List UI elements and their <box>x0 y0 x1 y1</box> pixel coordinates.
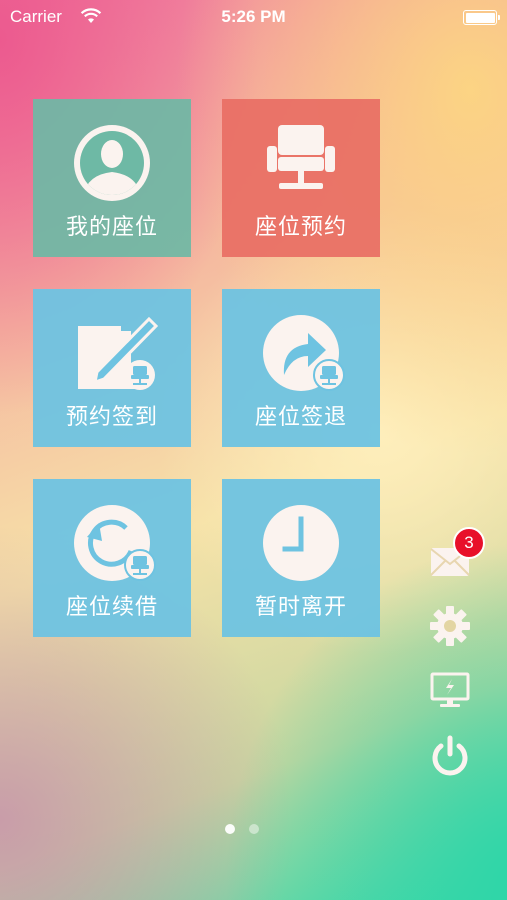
power-icon <box>432 735 468 776</box>
temporary-leave-tile[interactable]: 暂时离开 <box>222 479 380 637</box>
clock-time: 5:26 PM <box>221 7 286 26</box>
gear-icon <box>430 606 470 646</box>
seat-sign-out-label: 座位签退 <box>254 405 347 430</box>
sign-out-arrow-icon <box>263 315 345 391</box>
sign-in-edit-icon <box>78 316 159 390</box>
monitor-icon <box>430 672 470 707</box>
unread-messages-badge: 3 <box>453 527 485 559</box>
seat-renewal-label: 座位续借 <box>65 595 158 620</box>
temporary-leave-label: 暂时离开 <box>254 595 347 620</box>
seat-reservation-label: 座位预约 <box>254 215 347 240</box>
seat-renewal-tile[interactable]: 座位续借 <box>33 479 191 637</box>
my-seat-label: 我的座位 <box>65 215 158 240</box>
page-dot-2[interactable] <box>249 824 259 834</box>
settings-button[interactable] <box>428 604 472 648</box>
page-indicator <box>225 824 275 834</box>
reservation-sign-in-label: 预约签到 <box>65 405 158 430</box>
my-seat-tile[interactable]: 我的座位 <box>33 99 191 257</box>
status-bar: Carrier 5:26 PM <box>0 0 507 38</box>
chair-icon <box>267 125 335 189</box>
battery-icon <box>463 10 500 25</box>
seat-sign-out-tile[interactable]: 座位签退 <box>222 289 380 447</box>
power-button[interactable] <box>428 734 472 778</box>
renew-refresh-icon <box>74 505 156 581</box>
clock-icon <box>263 505 339 581</box>
user-avatar-icon <box>74 125 150 201</box>
page-dot-1[interactable] <box>225 824 235 834</box>
screen-button[interactable] <box>428 668 472 712</box>
reservation-sign-in-tile[interactable]: 预约签到 <box>33 289 191 447</box>
seat-reservation-tile[interactable]: 座位预约 <box>222 99 380 257</box>
